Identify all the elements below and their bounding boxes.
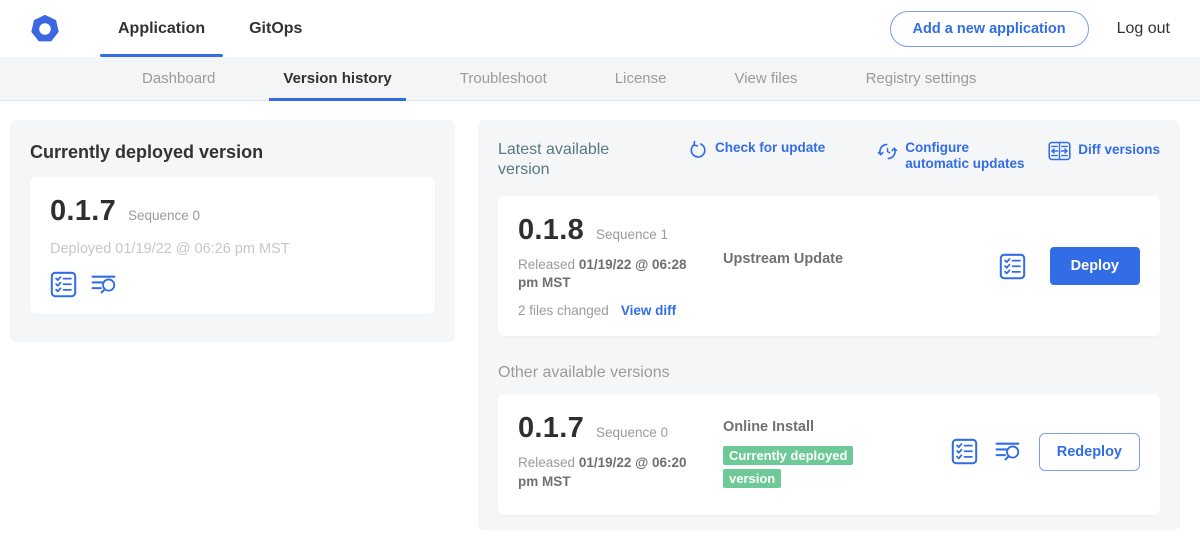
subnav-tab-label: Dashboard xyxy=(142,70,215,87)
diff-versions-label: Diff versions xyxy=(1078,142,1160,158)
released-label: Released xyxy=(518,455,575,470)
topnav-right: Add a new application Log out xyxy=(890,0,1170,57)
release-actions: Deploy xyxy=(999,247,1140,285)
main-content: Currently deployed version 0.1.7 Sequenc… xyxy=(0,101,1200,530)
release-source: Upstream Update xyxy=(723,250,987,268)
latest-version-number: 0.1.8 xyxy=(518,214,584,247)
online-install-label: Online Install xyxy=(723,419,939,435)
subnav-tab-troubleshoot[interactable]: Troubleshoot xyxy=(446,57,561,100)
latest-version-card: 0.1.8 Sequence 1 Released 01/19/22 @ 06:… xyxy=(498,196,1160,336)
topnav-tab-label: GitOps xyxy=(249,20,302,38)
other-version-number: 0.1.7 xyxy=(518,412,584,445)
preflight-checklist-icon[interactable] xyxy=(50,271,77,298)
release-info: 0.1.7 Sequence 0 Released 01/19/22 @ 06:… xyxy=(518,412,723,490)
released-timestamp: Released 01/19/22 @ 06:20 pm MST xyxy=(518,454,710,490)
app-logo-icon[interactable] xyxy=(30,14,60,44)
upstream-update-label: Upstream Update xyxy=(723,251,843,267)
active-tab-underline xyxy=(269,98,405,101)
current-version-card: 0.1.7 Sequence 0 Deployed 01/19/22 @ 06:… xyxy=(30,177,435,314)
subnav-tab-view-files[interactable]: View files xyxy=(720,57,811,100)
preflight-checklist-icon[interactable] xyxy=(999,253,1026,280)
deployed-timestamp: Deployed 01/19/22 @ 06:26 pm MST xyxy=(50,241,415,257)
currently-deployed-badge: Currently deployed version xyxy=(723,446,853,488)
app-subnav: Dashboard Version history Troubleshoot L… xyxy=(0,57,1200,101)
available-versions-panel: Latest available version Check for updat… xyxy=(478,120,1180,530)
subnav-tab-label: Version history xyxy=(283,70,391,87)
other-versions-title: Other available versions xyxy=(498,364,1160,382)
topnav-tabs: Application GitOps xyxy=(100,0,328,57)
check-for-update-label: Check for update xyxy=(715,140,825,156)
files-changed-count: 2 files changed xyxy=(518,303,609,318)
redeploy-button[interactable]: Redeploy xyxy=(1039,433,1140,471)
configure-automatic-updates-link[interactable]: Configure automatic updates xyxy=(877,140,1035,172)
topnav-tab-label: Application xyxy=(118,20,205,38)
released-timestamp: Released 01/19/22 @ 06:28 pm MST xyxy=(518,256,710,292)
check-for-update-link[interactable]: Check for update xyxy=(688,140,825,161)
subnav-tab-label: Registry settings xyxy=(866,70,977,87)
release-info: 0.1.8 Sequence 1 Released 01/19/22 @ 06:… xyxy=(518,214,723,318)
latest-available-title: Latest available version xyxy=(498,140,626,180)
currently-deployed-title: Currently deployed version xyxy=(30,142,435,163)
latest-version-sequence: Sequence 1 xyxy=(596,227,668,242)
subnav-tab-version-history[interactable]: Version history xyxy=(269,57,405,100)
topnav-tab-application[interactable]: Application xyxy=(100,0,223,57)
subnav-tab-registry-settings[interactable]: Registry settings xyxy=(852,57,991,100)
release-actions: Redeploy xyxy=(951,433,1140,471)
view-logs-icon[interactable] xyxy=(995,438,1022,465)
subnav-tab-label: License xyxy=(615,70,667,87)
diff-versions-link[interactable]: Diff versions xyxy=(1048,140,1160,161)
subnav-tab-dashboard[interactable]: Dashboard xyxy=(128,57,229,100)
logout-link[interactable]: Log out xyxy=(1117,20,1170,38)
currently-deployed-panel: Currently deployed version 0.1.7 Sequenc… xyxy=(10,120,455,342)
subnav-tab-label: View files xyxy=(734,70,797,87)
topnav-tab-gitops[interactable]: GitOps xyxy=(231,0,320,57)
released-label: Released xyxy=(518,257,575,272)
subnav-tab-label: Troubleshoot xyxy=(460,70,547,87)
preflight-checklist-icon[interactable] xyxy=(951,438,978,465)
subnav-tab-license[interactable]: License xyxy=(601,57,681,100)
other-version-sequence: Sequence 0 xyxy=(596,425,668,440)
configure-automatic-updates-label: Configure automatic updates xyxy=(905,140,1035,172)
current-version-sequence: Sequence 0 xyxy=(128,208,200,223)
available-versions-header: Latest available version Check for updat… xyxy=(498,140,1160,180)
view-logs-icon[interactable] xyxy=(91,271,118,298)
view-diff-link[interactable]: View diff xyxy=(621,303,676,318)
top-navbar: Application GitOps Add a new application… xyxy=(0,0,1200,57)
add-new-application-button[interactable]: Add a new application xyxy=(890,11,1089,47)
release-source: Online Install Currently deployed versio… xyxy=(723,419,939,490)
other-version-card: 0.1.7 Sequence 0 Released 01/19/22 @ 06:… xyxy=(498,394,1160,514)
deploy-button[interactable]: Deploy xyxy=(1050,247,1140,285)
current-version-number: 0.1.7 xyxy=(50,195,116,228)
